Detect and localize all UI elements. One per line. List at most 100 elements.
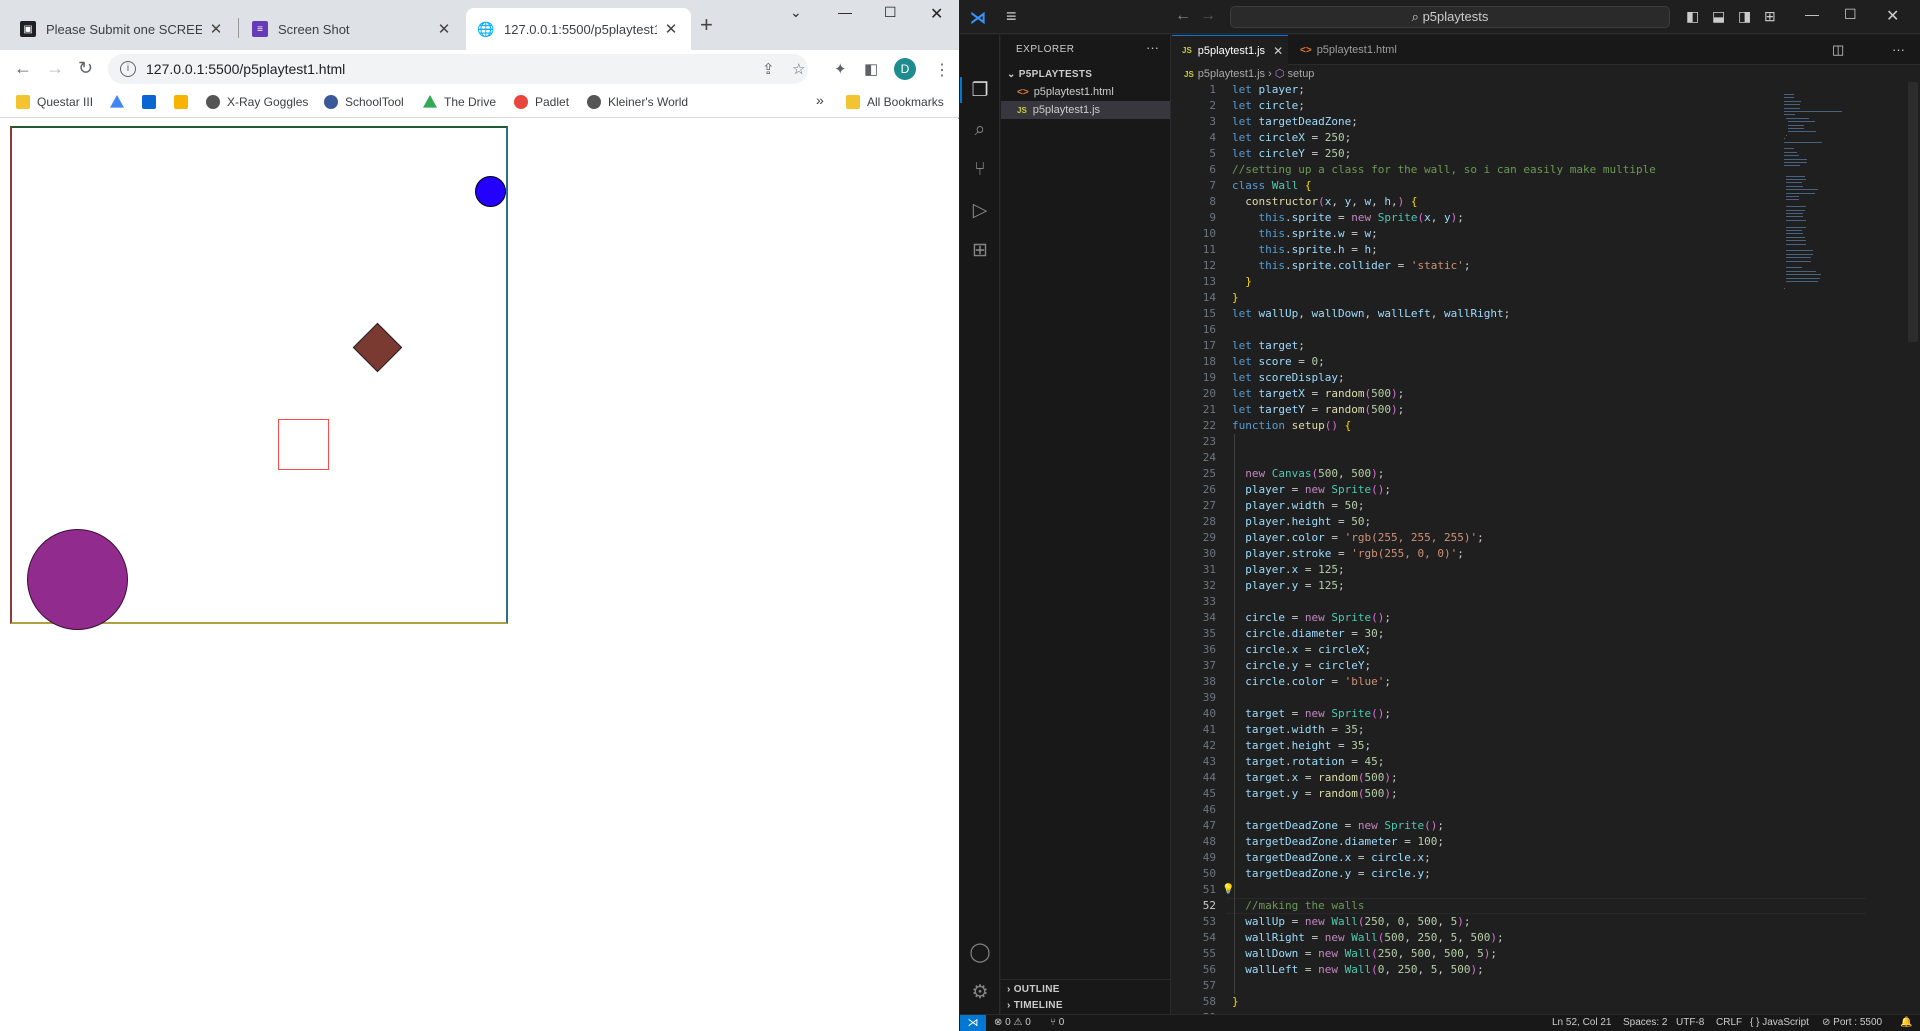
remote-indicator-icon[interactable]: ⋊ [960, 1015, 986, 1031]
folder-header[interactable]: ⌄ P5PLAYTESTS [1007, 69, 1092, 80]
bookmark-schooltool[interactable]: SchoolTool [324, 95, 404, 109]
file-p5playtest1-html[interactable]: <> p5playtest1.html [1001, 83, 1170, 101]
bookmark-xray-goggles[interactable]: X-Ray Goggles [206, 95, 308, 109]
close-window-button[interactable]: ✕ [930, 4, 943, 24]
gear-icon[interactable]: ⚙ [969, 981, 991, 1003]
bookmark-questar[interactable]: Questar III [16, 95, 93, 109]
cursor-position[interactable]: Ln 52, Col 21 [1552, 1017, 1612, 1028]
code-line: function setup() { [1232, 419, 1352, 432]
run-debug-icon[interactable]: ▷ [969, 199, 991, 221]
maximize-button[interactable]: ☐ [1844, 6, 1857, 23]
page-viewport [0, 119, 959, 1031]
tab-p5playtest[interactable]: 🌐 127.0.0.1:5500/p5playtest1.htm ✕ [466, 8, 691, 50]
site-info-icon[interactable]: i [120, 61, 136, 77]
bookmark-star-icon[interactable]: ☆ [792, 60, 805, 78]
forward-icon[interactable]: → [1200, 7, 1216, 25]
minimap-line [1784, 138, 1785, 140]
command-center-search[interactable]: ⌕ p5playtests [1230, 6, 1670, 28]
code-line: let circleY = 250; [1232, 147, 1352, 160]
code-line: this.sprite.w = w; [1258, 227, 1378, 240]
more-actions-icon[interactable]: ··· [1146, 40, 1159, 55]
indentation[interactable]: Spaces: 2 [1623, 1017, 1667, 1028]
line-number: 52 [1202, 899, 1216, 912]
line-number: 17 [1202, 339, 1216, 352]
minimap-line [1785, 243, 1807, 245]
profile-avatar[interactable]: D [894, 58, 916, 80]
source-control-icon[interactable]: ⑂ [969, 159, 991, 181]
toggle-sidebar-icon[interactable]: ◧ [1686, 8, 1699, 25]
bookmarks-bar: Questar III X-Ray Goggles SchoolTool The… [0, 88, 959, 118]
extensions-icon[interactable]: ✦ [834, 60, 847, 78]
minimap-line [1785, 206, 1806, 208]
account-icon[interactable]: ◯ [969, 941, 991, 963]
bookmark-classroom[interactable] [174, 95, 195, 109]
new-tab-button[interactable]: + [700, 12, 713, 38]
tab-p5playtest1-html[interactable]: <> p5playtest1.html [1290, 35, 1408, 65]
bookmark-the-drive[interactable]: The Drive [423, 95, 496, 109]
back-icon[interactable]: ← [14, 58, 32, 79]
minimize-button[interactable]: — [1805, 6, 1819, 22]
tab-search-icon[interactable]: ⌄ [790, 4, 802, 21]
code-line: player.y = 125; [1245, 579, 1345, 592]
minimap-line [1787, 128, 1804, 129]
timeline-section[interactable]: › TIMELINE [1007, 1000, 1063, 1011]
explorer-icon[interactable]: ❐ [969, 79, 991, 101]
tab-p5playtest1-js[interactable]: JS p5playtest1.js ✕ [1172, 35, 1288, 65]
line-number: 34 [1202, 611, 1216, 624]
close-window-button[interactable]: ✕ [1886, 6, 1899, 26]
close-tab-icon[interactable]: ✕ [436, 20, 452, 38]
menu-icon[interactable]: ≡ [1006, 6, 1017, 27]
code-line: this.sprite.h = h; [1258, 243, 1378, 256]
bookmarks-overflow[interactable]: » [816, 92, 824, 108]
share-icon[interactable]: ⇪ [762, 60, 775, 78]
toggle-secondary-sidebar-icon[interactable]: ◨ [1738, 8, 1751, 25]
editor-scrollbar[interactable] [1908, 82, 1918, 342]
menu-icon[interactable]: ⋮ [934, 60, 950, 80]
back-icon[interactable]: ← [1175, 7, 1191, 25]
minimize-button[interactable]: — [838, 4, 852, 20]
close-tab-icon[interactable]: ✕ [208, 20, 224, 38]
outline-section[interactable]: › OUTLINE [1007, 984, 1060, 995]
all-bookmarks[interactable]: All Bookmarks [846, 95, 944, 109]
toggle-panel-icon[interactable]: ⬓ [1712, 8, 1725, 25]
forward-icon[interactable]: → [46, 58, 64, 79]
customize-layout-icon[interactable]: ⊞ [1764, 8, 1776, 25]
minimap[interactable] [1784, 82, 1864, 342]
code-line: wallRight = new Wall(500, 250, 5, 500); [1245, 931, 1504, 944]
p5-canvas[interactable] [10, 126, 508, 630]
minimap-line [1784, 148, 1794, 150]
live-server-port[interactable]: ⊘ Port : 5500 [1822, 1017, 1882, 1028]
notifications-icon[interactable]: 🔔 [1900, 1017, 1912, 1028]
side-panel-icon[interactable]: ◧ [864, 60, 878, 78]
bookmark-padlet[interactable]: Padlet [514, 95, 569, 109]
close-tab-icon[interactable]: ✕ [663, 20, 679, 38]
code-line: let scoreDisplay; [1232, 371, 1345, 384]
more-actions-icon[interactable]: ··· [1892, 42, 1905, 57]
split-editor-icon[interactable]: ◫ [1832, 42, 1844, 58]
bookmark-kleiners-world[interactable]: Kleiner's World [587, 95, 688, 109]
line-number: 56 [1202, 963, 1216, 976]
minimap-line [1785, 257, 1811, 259]
close-tab-icon[interactable]: ✕ [1273, 44, 1283, 58]
tab-screen-shot[interactable]: ≡ Screen Shot ✕ [240, 8, 464, 50]
file-p5playtest1-js[interactable]: JS p5playtest1.js [1001, 101, 1170, 119]
reload-icon[interactable]: ↻ [78, 58, 93, 79]
lightbulb-icon[interactable]: 💡 [1222, 884, 1234, 895]
end-of-line[interactable]: CRLF [1716, 1017, 1742, 1028]
extensions-icon[interactable]: ⊞ [969, 239, 991, 261]
tab-submit-screenshot[interactable]: ▣ Please Submit one SCREEN SH ✕ [8, 8, 236, 50]
address-bar[interactable]: i 127.0.0.1:5500/p5playtest1.html [108, 54, 808, 84]
maximize-button[interactable]: ☐ [884, 4, 897, 21]
line-number: 12 [1202, 259, 1216, 272]
language-mode[interactable]: { } JavaScript [1750, 1017, 1809, 1028]
bookmark-drive[interactable] [110, 95, 131, 109]
minimap-line [1784, 165, 1801, 167]
search-icon[interactable]: ⌕ [969, 119, 991, 141]
problems-indicator[interactable]: ⊗ 0 ⚠ 0 [994, 1017, 1031, 1028]
bookmark-outlook[interactable] [142, 95, 163, 109]
ports-indicator[interactable]: ⑂ 0 [1050, 1017, 1064, 1028]
encoding[interactable]: UTF-8 [1676, 1017, 1704, 1028]
minimap-line [1785, 182, 1802, 184]
minimap-line [1785, 267, 1802, 269]
code-line: player.height = 50; [1245, 515, 1372, 528]
